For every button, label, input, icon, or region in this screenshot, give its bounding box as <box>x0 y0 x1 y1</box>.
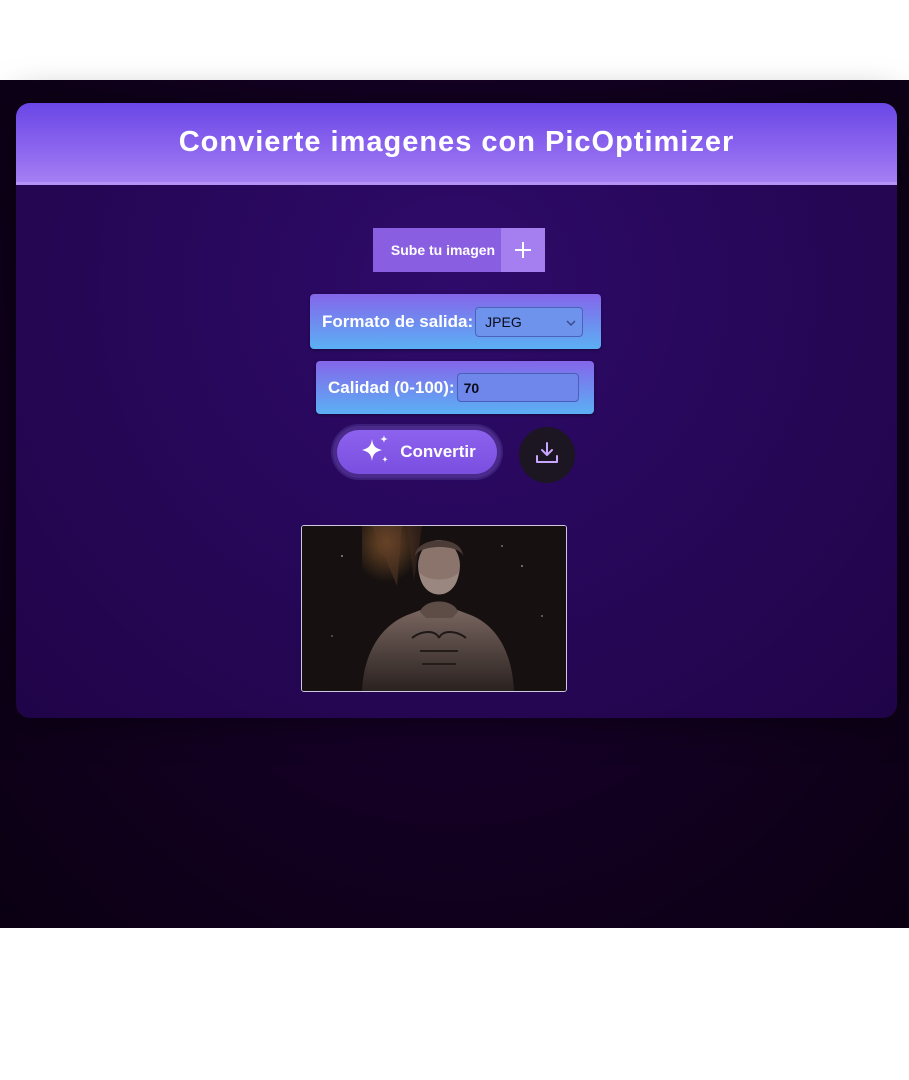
app-background: Convierte imagenes con PicOptimizer Sube… <box>0 80 909 928</box>
plus-icon <box>501 228 545 272</box>
chevron-down-icon <box>566 314 576 330</box>
quality-input[interactable] <box>456 373 579 402</box>
card-header: Convierte imagenes con PicOptimizer <box>16 103 897 185</box>
page-title: Convierte imagenes con PicOptimizer <box>178 126 735 158</box>
convert-button[interactable]: Convertir <box>337 430 497 474</box>
output-format-select[interactable]: JPEG <box>475 306 584 337</box>
download-icon <box>534 440 560 471</box>
output-format-value: JPEG <box>485 313 522 330</box>
bearded-statue-image <box>302 526 566 691</box>
output-format-control: Formato de salida: JPEG <box>310 294 601 349</box>
convert-button-label: Convertir <box>400 442 476 461</box>
download-button[interactable] <box>519 427 575 483</box>
upload-image-button[interactable]: Sube tu imagen <box>373 228 545 272</box>
converter-card: Convierte imagenes con PicOptimizer Sube… <box>16 103 897 718</box>
quality-control: Calidad (0-100): <box>316 361 594 414</box>
upload-button-label: Sube tu imagen <box>390 242 496 258</box>
image-preview <box>301 525 567 692</box>
output-format-label: Formato de salida: <box>322 311 474 331</box>
quality-label: Calidad (0-100): <box>328 377 455 397</box>
sparkles-icon <box>358 433 392 472</box>
convert-button-outline: Convertir <box>333 426 501 478</box>
